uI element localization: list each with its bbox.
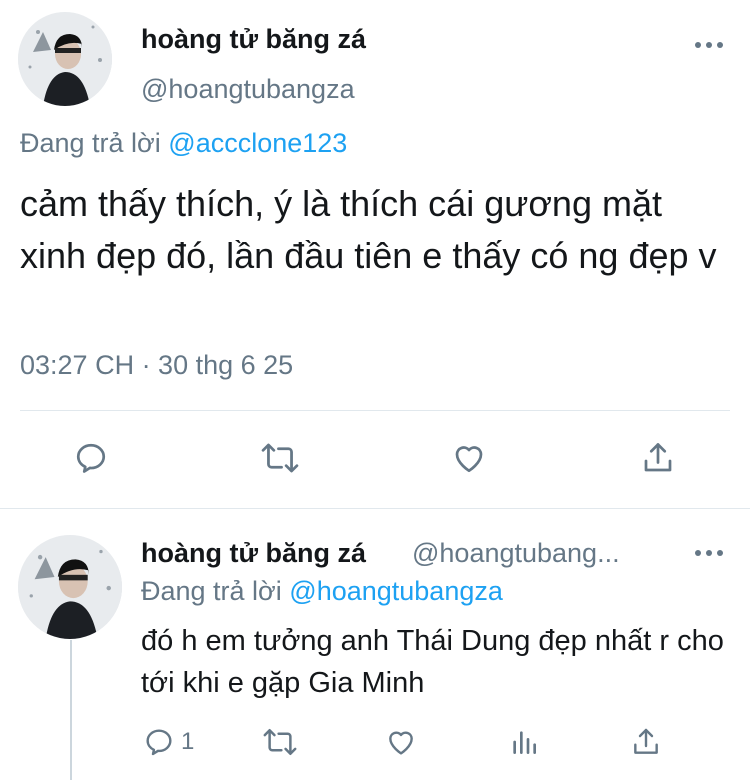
like-icon bbox=[389, 731, 413, 755]
analytics-button[interactable] bbox=[508, 726, 540, 758]
author-name[interactable]: hoàng tử băng zá bbox=[141, 538, 366, 569]
like-button[interactable] bbox=[384, 726, 418, 758]
retweet-icon bbox=[263, 728, 297, 756]
replying-to: Đang trả lời @hoangtubangza bbox=[141, 576, 503, 607]
like-button[interactable] bbox=[450, 440, 488, 476]
share-icon bbox=[634, 728, 658, 754]
reply-button[interactable] bbox=[73, 440, 109, 476]
author-handle[interactable]: @hoangtubangza bbox=[141, 74, 355, 105]
avatar[interactable] bbox=[18, 12, 112, 106]
replying-to-label: Đang trả lời bbox=[141, 576, 282, 606]
avatar[interactable] bbox=[18, 535, 122, 639]
reply-icon bbox=[146, 729, 172, 756]
reply-button[interactable]: 1 bbox=[143, 726, 194, 758]
author-name[interactable]: hoàng tử băng zá bbox=[141, 24, 366, 55]
retweet-button[interactable] bbox=[260, 440, 300, 476]
section-divider bbox=[0, 508, 750, 509]
analytics-icon bbox=[513, 731, 536, 754]
thread-line bbox=[70, 640, 72, 780]
tweet-timestamp[interactable]: 03:27 CH · 30 thg 6 25 bbox=[20, 350, 293, 381]
replying-to-mention[interactable]: @accclone123 bbox=[168, 128, 347, 158]
author-handle[interactable]: @hoangtubang... bbox=[412, 538, 620, 569]
tweet-text: cảm thấy thích, ý là thích cái gương mặt… bbox=[20, 183, 717, 276]
like-icon bbox=[455, 446, 483, 473]
replying-to-mention[interactable]: @hoangtubangza bbox=[289, 576, 503, 606]
replying-to-label: Đang trả lời bbox=[20, 128, 161, 158]
replying-to: Đang trả lời @accclone123 bbox=[20, 128, 347, 159]
reply-icon bbox=[76, 443, 106, 473]
share-icon bbox=[644, 443, 672, 472]
divider bbox=[20, 410, 730, 411]
more-options-icon[interactable] bbox=[694, 40, 724, 50]
reply-count: 1 bbox=[181, 728, 195, 755]
tweet-text: đó h em tưởng anh Thái Dung đẹp nhất r c… bbox=[141, 625, 724, 699]
retweet-icon bbox=[261, 443, 299, 473]
more-options-icon[interactable] bbox=[694, 548, 724, 558]
share-button[interactable] bbox=[630, 726, 662, 758]
share-button[interactable] bbox=[640, 440, 676, 476]
retweet-button[interactable] bbox=[262, 726, 298, 758]
